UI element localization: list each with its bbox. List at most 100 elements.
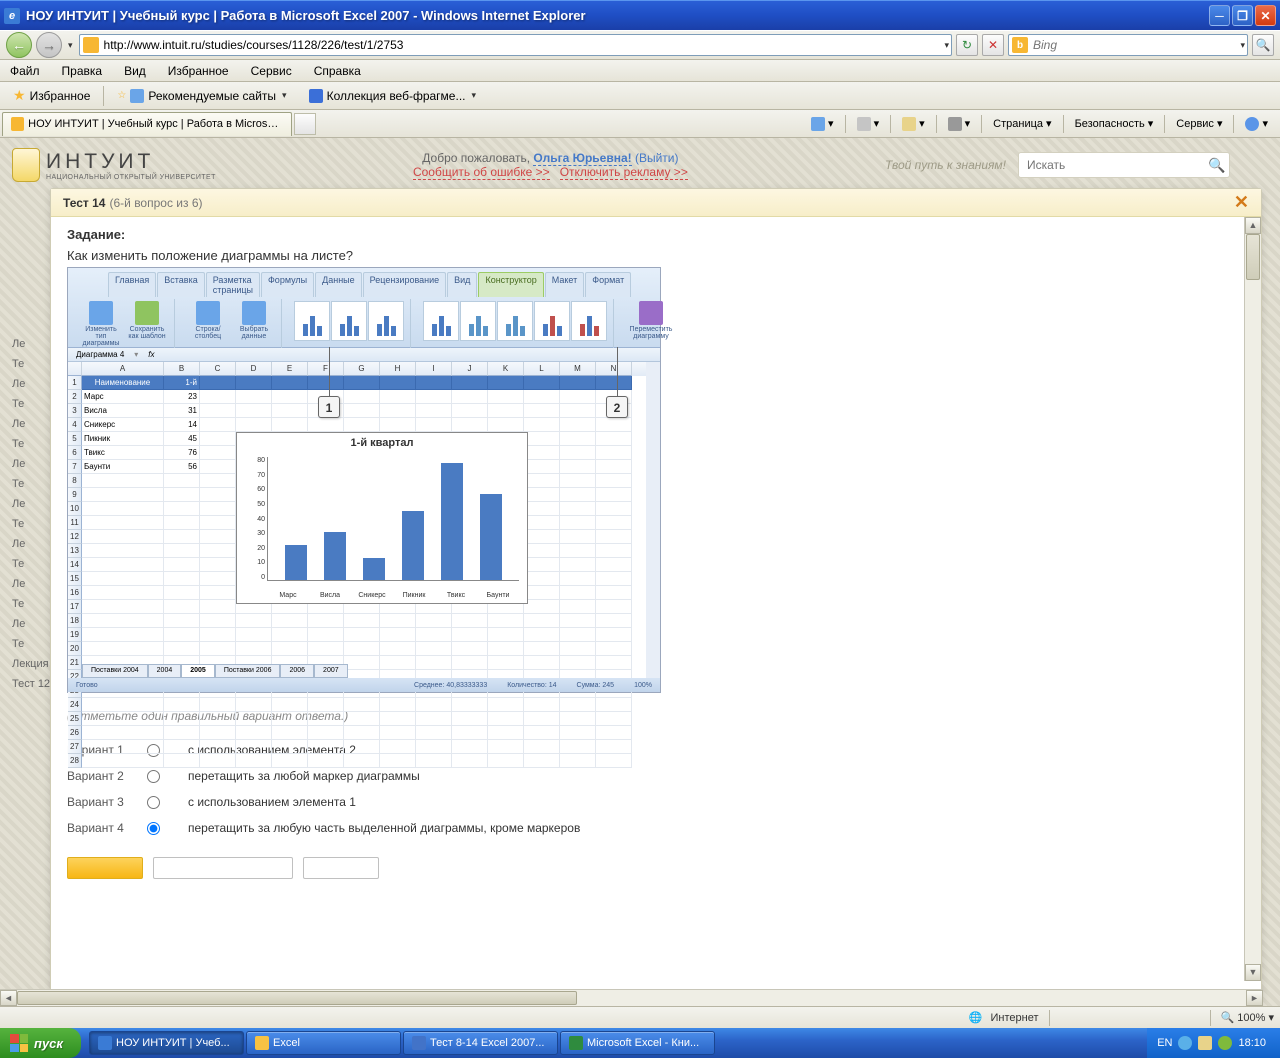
chart-styles[interactable]	[423, 301, 607, 341]
tray-icon[interactable]	[1178, 1036, 1192, 1050]
window-title: НОУ ИНТУИТ | Учебный курс | Работа в Mic…	[26, 8, 1209, 23]
back-button[interactable]: ←	[6, 32, 32, 58]
menu-view[interactable]: Вид	[122, 62, 148, 80]
browser-tab[interactable]: НОУ ИНТУИТ | Учебный курс | Работа в Mic…	[2, 112, 292, 136]
page-menu[interactable]: Страница▾	[989, 115, 1055, 132]
switch-row-col[interactable]: Строка/столбец	[187, 301, 229, 340]
tray-icon[interactable]	[1218, 1036, 1232, 1050]
ie-menu-bar: Файл Правка Вид Избранное Сервис Справка	[0, 60, 1280, 82]
change-chart-type[interactable]: Изменить тип диаграммы	[80, 301, 122, 347]
system-tray[interactable]: EN 18:10	[1147, 1028, 1280, 1058]
disable-ads-link[interactable]: Отключить рекламу >>	[560, 165, 688, 180]
button-2[interactable]	[153, 857, 293, 879]
ribbon-tabs: Главная Вставка Разметка страницы Формул…	[68, 268, 660, 297]
start-button[interactable]: пуск	[0, 1028, 81, 1058]
site-logo[interactable]: ИНТУИТНАЦИОНАЛЬНЫЙ ОТКРЫТЫЙ УНИВЕРСИТЕТ	[12, 148, 216, 182]
url-dropdown[interactable]: ▾	[942, 40, 951, 51]
site-search[interactable]: 🔍	[1018, 152, 1230, 178]
taskbar-item[interactable]: Microsoft Excel - Кни...	[560, 1031, 715, 1055]
rss-icon	[857, 117, 871, 131]
scroll-thumb[interactable]	[1246, 234, 1260, 280]
page-favicon	[83, 37, 99, 53]
modal-v-scrollbar[interactable]: ▲ ▼	[1244, 217, 1261, 981]
menu-favorites[interactable]: Избранное	[166, 62, 231, 80]
save-template[interactable]: Сохранить как шаблон	[126, 301, 168, 340]
report-error-link[interactable]: Сообщить об ошибке >>	[413, 165, 550, 180]
favorites-button[interactable]: ★Избранное	[6, 84, 97, 107]
search-icon[interactable]: 🔍	[1205, 157, 1229, 174]
menu-help[interactable]: Справка	[312, 62, 363, 80]
fav-item-1[interactable]: ☆Рекомендуемые сайты▾	[110, 86, 295, 106]
mail-button[interactable]: ▾	[898, 115, 929, 133]
page-h-scrollbar[interactable]: ◄ ►	[0, 989, 1263, 1006]
sheet-tabs[interactable]: Поставки 200420042005Поставки 2006200620…	[82, 664, 348, 678]
feeds-button[interactable]: ▾	[853, 115, 884, 133]
embedded-chart[interactable]: 1-й квартал 01020304050607080 МарсВислаС…	[236, 432, 528, 604]
star-icon: ☆	[117, 90, 126, 101]
select-data[interactable]: Выбрать данные	[233, 301, 275, 340]
answer-option[interactable]: Вариант 4перетащить за любую часть выдел…	[67, 815, 1245, 841]
scroll-down[interactable]: ▼	[1245, 964, 1261, 981]
star-icon: ★	[13, 87, 26, 104]
modal-header: Тест 14 (6-й вопрос из 6) ✕	[51, 189, 1261, 217]
modal-close-button[interactable]: ✕	[1234, 192, 1249, 213]
tab-favicon	[11, 117, 24, 131]
scroll-left[interactable]: ◄	[0, 990, 17, 1006]
taskbar-item[interactable]: НОУ ИНТУИТ | Учеб...	[89, 1031, 244, 1055]
search-go-button[interactable]: 🔍	[1252, 34, 1274, 56]
history-dropdown[interactable]: ▾	[66, 40, 75, 51]
lang-indicator[interactable]: EN	[1157, 1037, 1172, 1049]
window-titlebar: e НОУ ИНТУИТ | Учебный курс | Работа в M…	[0, 0, 1280, 30]
logout-link[interactable]: (Выйти)	[635, 151, 679, 165]
taskbar-item[interactable]: Тест 8-14 Excel 2007...	[403, 1031, 558, 1055]
zoom-dropdown[interactable]: 🔍 100% ▾	[1221, 1011, 1274, 1024]
clock[interactable]: 18:10	[1238, 1037, 1266, 1049]
site-search-input[interactable]	[1019, 154, 1205, 176]
chart-layouts[interactable]	[294, 301, 404, 341]
radio-option-2[interactable]	[147, 770, 160, 783]
menu-file[interactable]: Файл	[8, 62, 42, 80]
new-tab-button[interactable]	[294, 113, 316, 135]
taskbar-item[interactable]: Excel	[246, 1031, 401, 1055]
minimize-button[interactable]: ─	[1209, 5, 1230, 26]
stop-button[interactable]: ✕	[982, 34, 1004, 56]
question-counter: (6-й вопрос из 6)	[109, 196, 202, 210]
modal-body[interactable]: Задание: Как изменить положение диаграмм…	[51, 217, 1261, 1001]
menu-edit[interactable]: Правка	[60, 62, 105, 80]
submit-button[interactable]	[67, 857, 143, 879]
go-button[interactable]: ↻	[956, 34, 978, 56]
tools-menu[interactable]: Сервис▾	[1172, 115, 1226, 132]
menu-tools[interactable]: Сервис	[249, 62, 294, 80]
scroll-up[interactable]: ▲	[1245, 217, 1261, 234]
site-header: ИНТУИТНАЦИОНАЛЬНЫЙ ОТКРЫТЫЙ УНИВЕРСИТЕТ …	[0, 138, 1280, 186]
help-button[interactable]: ▾	[1241, 115, 1272, 133]
fav-item-2[interactable]: Коллекция веб-фрагме...▾	[302, 86, 485, 106]
worksheet[interactable]: ABCDEFGHIJKLMN 1Наименование товара1-й к…	[68, 362, 646, 678]
test-title: Тест 14	[63, 196, 105, 210]
forward-button[interactable]: →	[36, 32, 62, 58]
search-dropdown[interactable]: ▾	[1238, 40, 1247, 51]
user-link[interactable]: Ольга Юрьевна!	[533, 151, 631, 166]
switch-icon	[196, 301, 220, 325]
ie-status-bar: 🌐 Интернет 🔍 100% ▾	[0, 1006, 1280, 1028]
mail-icon	[902, 117, 916, 131]
h-scroll-thumb[interactable]	[17, 991, 577, 1005]
answer-option[interactable]: Вариант 3с использованием элемента 1	[67, 789, 1245, 815]
home-button[interactable]: ▾	[807, 115, 838, 133]
scroll-right[interactable]: ►	[1246, 990, 1263, 1006]
radio-option-3[interactable]	[147, 796, 160, 809]
maximize-button[interactable]: ❐	[1232, 5, 1253, 26]
print-button[interactable]: ▾	[944, 115, 975, 133]
search-input[interactable]	[1031, 36, 1238, 54]
button-3[interactable]	[303, 857, 379, 879]
tray-icon[interactable]	[1198, 1036, 1212, 1050]
name-box[interactable]: Диаграмма 4	[76, 350, 124, 359]
address-bar[interactable]: ▾	[79, 34, 952, 56]
radio-option-4[interactable]	[147, 822, 160, 835]
window-close-button[interactable]: ✕	[1255, 5, 1276, 26]
tab-title: НОУ ИНТУИТ | Учебный курс | Работа в Mic…	[28, 118, 283, 130]
url-input[interactable]	[102, 36, 943, 54]
safety-menu[interactable]: Безопасность▾	[1071, 115, 1158, 132]
search-bar[interactable]: b ▾	[1008, 34, 1248, 56]
move-chart[interactable]: Переместить диаграмму	[626, 301, 676, 340]
